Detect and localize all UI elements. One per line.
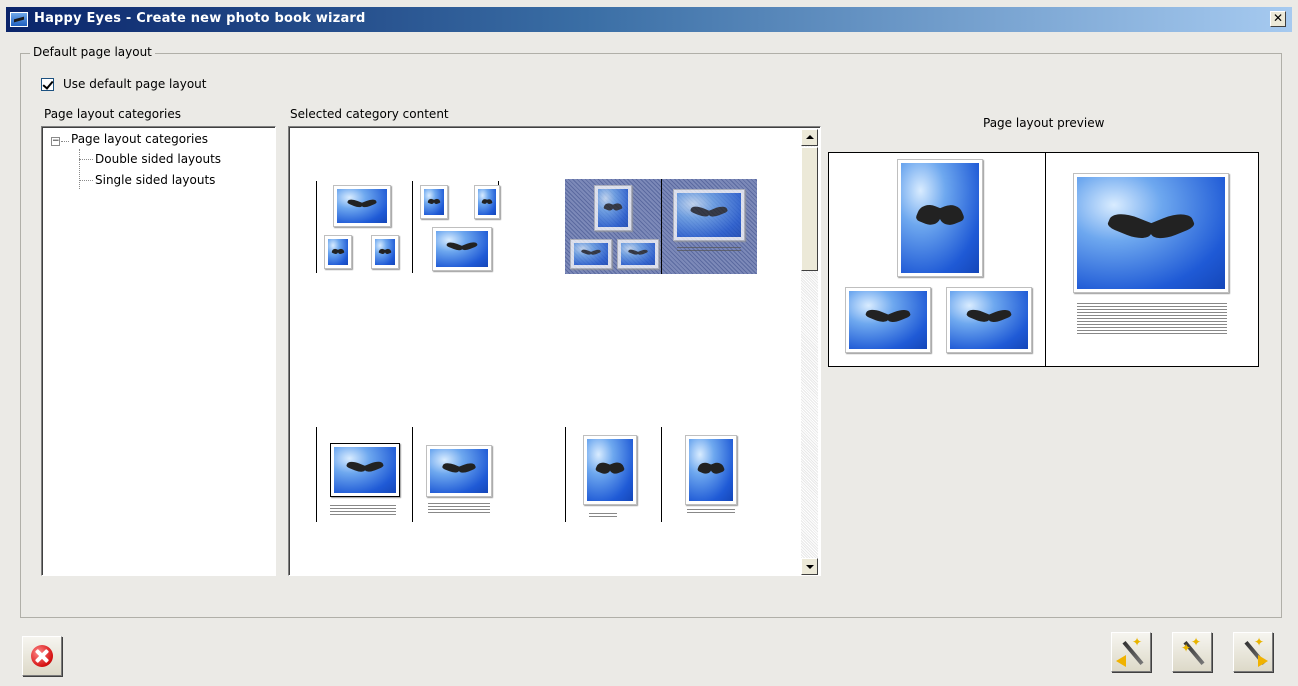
use-default-layout-checkbox[interactable]	[41, 77, 54, 91]
back-button[interactable]: ✦	[1111, 632, 1151, 672]
arrow-right-icon	[1258, 655, 1268, 667]
text-placeholder	[1077, 303, 1227, 335]
tree-item-root[interactable]: Page layout categories	[71, 132, 208, 146]
photo-placeholder	[897, 159, 983, 277]
photo-placeholder	[845, 287, 931, 353]
page-edge	[661, 179, 662, 274]
scroll-thumb[interactable]	[801, 147, 818, 271]
tree-connector	[61, 141, 69, 142]
sparkle-icon: ✦	[1191, 635, 1202, 649]
photo-placeholder	[426, 445, 492, 497]
tree-connector	[79, 149, 80, 189]
photo-placeholder	[432, 227, 492, 271]
photo-placeholder	[946, 287, 1032, 353]
photo-placeholder	[673, 189, 745, 241]
scroll-down-icon[interactable]	[801, 558, 818, 575]
tree-collapse-icon[interactable]: −	[51, 137, 60, 146]
page-edge	[661, 427, 662, 522]
photo-placeholder	[570, 239, 612, 269]
cancel-x-icon	[31, 645, 53, 667]
page-layout-categories-tree[interactable]: − Page layout categories Double sided la…	[41, 126, 276, 576]
sparkle-icon: ✦	[1254, 635, 1265, 649]
content-header: Selected category content	[290, 107, 449, 121]
photo-placeholder	[371, 235, 399, 269]
text-placeholder	[687, 509, 735, 513]
sparkle-icon: ✦	[1181, 641, 1192, 655]
page-edge	[565, 427, 566, 522]
cancel-button[interactable]	[22, 636, 62, 676]
sparkle-icon: ✦	[1132, 635, 1143, 649]
title-bar: Happy Eyes - Create new photo book wizar…	[6, 7, 1292, 32]
text-placeholder	[428, 503, 490, 513]
photo-placeholder	[333, 185, 391, 227]
page-edge	[412, 427, 413, 522]
preview-header: Page layout preview	[983, 116, 1105, 130]
page-edge	[316, 427, 317, 522]
group-legend: Default page layout	[30, 45, 155, 59]
tree-connector	[79, 180, 93, 181]
text-placeholder	[330, 505, 396, 515]
content-scrollbar[interactable]	[801, 129, 818, 575]
photo-placeholder	[617, 239, 659, 269]
photo-placeholder	[474, 185, 500, 219]
layout-thumbnail[interactable]	[565, 427, 755, 525]
photo-placeholder	[583, 435, 637, 505]
tree-connector	[79, 159, 93, 160]
photo-placeholder	[330, 443, 400, 497]
layout-thumbnail[interactable]	[314, 427, 504, 525]
photo-placeholder	[1073, 173, 1229, 293]
page-layout-preview	[828, 152, 1259, 367]
magic-button[interactable]: ✦ ✦	[1172, 632, 1212, 672]
page-divider	[1045, 153, 1046, 366]
photo-placeholder	[324, 235, 352, 269]
use-default-layout-label: Use default page layout	[63, 77, 207, 91]
app-icon	[10, 12, 28, 27]
photo-placeholder	[594, 185, 632, 231]
page-edge	[316, 181, 317, 273]
tree-header: Page layout categories	[44, 107, 182, 121]
category-content-panel[interactable]	[288, 126, 821, 576]
tree-item-double-sided[interactable]: Double sided layouts	[95, 152, 221, 166]
window-title: Happy Eyes - Create new photo book wizar…	[34, 11, 366, 26]
tree-item-single-sided[interactable]: Single sided layouts	[95, 173, 215, 187]
use-default-layout-checkbox-row[interactable]: Use default page layout	[41, 77, 207, 91]
page-edge	[412, 181, 413, 273]
layout-thumbnail-selected[interactable]	[565, 179, 757, 274]
photo-placeholder	[420, 185, 448, 219]
arrow-left-icon	[1116, 655, 1126, 667]
text-placeholder	[677, 247, 741, 253]
photo-placeholder	[685, 435, 737, 505]
close-icon[interactable]: ✕	[1270, 11, 1286, 27]
next-button[interactable]: ✦	[1233, 632, 1273, 672]
layout-thumbnail[interactable]	[314, 179, 504, 274]
text-placeholder	[589, 513, 617, 517]
scroll-up-icon[interactable]	[801, 129, 818, 146]
